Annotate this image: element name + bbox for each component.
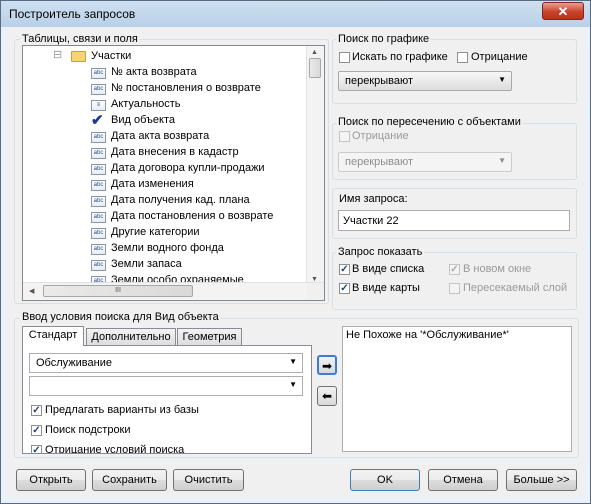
fields-tree[interactable]: ⊟ Участки abc № акта возврата abc № постановл… <box>22 45 325 301</box>
clear-button[interactable]: Очистить <box>173 469 244 491</box>
new-window-label: В новом окне <box>463 263 532 275</box>
tree-field-label: Дата акта возврата <box>111 130 210 142</box>
chevron-down-icon: ▼ <box>498 156 506 165</box>
tree-field-label: Актуальность <box>111 98 181 110</box>
ok-button[interactable]: OK <box>350 469 420 491</box>
substring-search-checkbox[interactable]: ✓ <box>31 425 42 436</box>
chevron-down-icon: ▼ <box>498 75 506 84</box>
query-name-value: Участки 22 <box>343 215 399 227</box>
abc-field-icon: abc <box>91 244 106 255</box>
chevron-down-icon: ▼ <box>289 357 297 366</box>
tab-standard[interactable]: Стандарт <box>22 326 84 346</box>
cancel-button[interactable]: Отмена <box>428 469 498 491</box>
scroll-left-arrow-icon[interactable]: ◀ <box>29 287 34 295</box>
scroll-thumb[interactable] <box>309 58 321 78</box>
intersect-negation-label: Отрицание <box>352 130 409 142</box>
suggest-values-label: Предлагать варианты из базы <box>45 404 199 416</box>
show-as-map-checkbox[interactable]: ✓ <box>339 283 350 294</box>
window-title: Построитель запросов <box>9 7 136 21</box>
checkmark-icon: ✔ <box>91 112 104 129</box>
new-window-checkbox[interactable]: ✓ <box>449 264 460 275</box>
close-button[interactable]: ✕ <box>542 2 584 20</box>
graphic-negation-label: Отрицание <box>471 51 528 63</box>
show-as-list-checkbox[interactable]: ✓ <box>339 264 350 275</box>
abc-field-icon: abc <box>91 164 106 175</box>
abc-field-icon: abc <box>91 180 106 191</box>
abc-field-icon: abc <box>91 148 106 159</box>
save-button[interactable]: Сохранить <box>92 469 167 491</box>
condition-second-dropdown[interactable]: ▼ <box>29 376 303 396</box>
intersect-layer-checkbox[interactable] <box>449 283 460 294</box>
condition-value: Обслуживание <box>36 357 112 369</box>
tree-field-label: Земли запаса <box>111 258 182 270</box>
tables-fields-label: Таблицы, связи и поля <box>20 33 140 45</box>
tree-field-label: № акта возврата <box>111 66 197 78</box>
abc-field-icon: abc <box>91 260 106 271</box>
remove-condition-button[interactable]: ⬅ <box>317 386 337 406</box>
tree-field-label: Земли водного фонда <box>111 242 224 254</box>
abc-field-icon: abc <box>91 196 106 207</box>
intersect-mode-dropdown[interactable]: перекрывают ▼ <box>338 152 512 172</box>
intersect-search-label: Поиск по пересечению с объектами <box>336 116 523 128</box>
tree-field-label: Дата постановления о возврате <box>111 210 274 222</box>
search-by-graphic-label: Искать по графике <box>352 51 448 63</box>
intersect-layer-label: Пересекаемый слой <box>463 282 568 294</box>
arrow-right-icon: ➡ <box>321 359 333 373</box>
abc-field-icon: abc <box>91 84 106 95</box>
scroll-up-arrow-icon[interactable]: ▲ <box>311 49 318 56</box>
title-bar[interactable]: Построитель запросов ✕ <box>1 1 590 27</box>
substring-search-label: Поиск подстроки <box>45 424 131 436</box>
abc-field-icon: abc <box>91 228 106 239</box>
abc-field-icon: abc <box>91 132 106 143</box>
intersect-mode-value: перекрывают <box>345 156 414 168</box>
tree-field-label: Дата внесения в кадастр <box>111 146 239 158</box>
show-as-list-label: В виде списка <box>352 263 425 275</box>
more-button[interactable]: Больше >> <box>506 469 577 491</box>
graphic-mode-dropdown[interactable]: перекрывают ▼ <box>338 71 512 91</box>
condition-label: Ввод условия поиска для Вид объекта <box>20 311 221 323</box>
tree-field-label: Другие категории <box>111 226 200 238</box>
standard-tab-panel: Обслуживание ▼ ▼ ✓ Предлагать варианты и… <box>22 345 312 454</box>
abc-field-icon: abc <box>91 212 106 223</box>
graphic-negation-checkbox[interactable] <box>457 52 468 63</box>
negate-conditions-label: Отрицание условий поиска <box>45 444 185 453</box>
scroll-grip-icon: III <box>115 287 121 294</box>
tab-additional[interactable]: Дополнительно <box>86 328 176 346</box>
negate-conditions-checkbox[interactable]: ✓ <box>31 445 42 453</box>
open-button[interactable]: Открыть <box>16 469 86 491</box>
tree-field-label: Дата изменения <box>111 178 194 190</box>
abc-field-icon: abc <box>91 68 106 79</box>
show-query-group <box>332 252 577 310</box>
hscroll-thumb[interactable]: III <box>43 285 193 297</box>
condition-value-dropdown[interactable]: Обслуживание ▼ <box>29 353 303 373</box>
chevron-down-icon: ▼ <box>289 380 297 389</box>
add-condition-button[interactable]: ➡ <box>317 355 337 375</box>
graphic-search-label: Поиск по графике <box>336 33 432 45</box>
arrow-left-icon: ⬅ <box>321 389 333 403</box>
tree-field-label: Дата получения кад. плана <box>111 194 250 206</box>
query-name-input[interactable]: Участки 22 <box>338 210 570 231</box>
show-as-map-label: В виде карты <box>352 282 420 294</box>
condition-result-text: Не Похоже на '*Обслуживание*' <box>346 329 509 341</box>
query-name-label: Имя запроса: <box>339 193 408 205</box>
tab-geometry[interactable]: Геометрия <box>177 328 242 346</box>
tree-field-label: № постановления о возврате <box>111 82 261 94</box>
show-query-label: Запрос показать <box>336 246 425 258</box>
list-field-icon: ≡ <box>91 100 106 111</box>
dialog-body: Таблицы, связи и поля ⊟ Участки abc № акта … <box>8 28 583 496</box>
condition-result-box[interactable]: Не Похоже на '*Обслуживание*' <box>342 326 572 452</box>
intersect-negation-checkbox[interactable] <box>339 131 350 142</box>
tree-horizontal-scrollbar[interactable]: ◀ III ▶ <box>23 282 324 300</box>
suggest-values-checkbox[interactable]: ✓ <box>31 405 42 416</box>
search-by-graphic-checkbox[interactable] <box>339 52 350 63</box>
tree-field-label: Вид объекта <box>111 114 175 126</box>
tree-field-label: Дата договора купли-продажи <box>111 162 265 174</box>
tree-node-label: Участки <box>91 50 132 62</box>
graphic-mode-value: перекрывают <box>345 75 414 87</box>
tree-vertical-scrollbar[interactable]: ▲ ▼ <box>306 46 324 286</box>
query-builder-window: Построитель запросов ✕ Таблицы, связи и … <box>0 0 591 504</box>
folder-icon <box>71 51 86 62</box>
